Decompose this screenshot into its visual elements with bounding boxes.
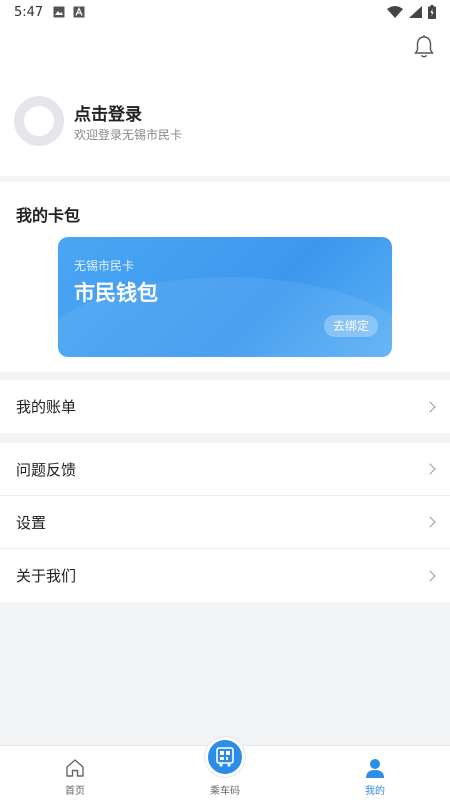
menu-item-about[interactable]: 关于我们 [0, 549, 450, 602]
bind-button[interactable]: 去绑定 [323, 315, 378, 337]
chevron-right-icon [424, 400, 436, 413]
card-title: 市民钱包 [74, 281, 158, 305]
wifi-icon [387, 6, 403, 18]
menu-item-feedback[interactable]: 问题反馈 [0, 443, 450, 496]
tab-mine-label: 我的 [365, 786, 385, 797]
qr-bus-icon [216, 747, 234, 767]
profile-header: 点击登录 欢迎登录无锡市民卡 [0, 24, 450, 176]
login-title[interactable]: 点击登录 [74, 100, 142, 125]
user-icon [366, 759, 384, 778]
chevron-right-icon [424, 569, 436, 582]
avatar-placeholder [24, 106, 54, 136]
menu-group-bills: 我的账单 [0, 380, 450, 433]
menu-item-label: 问题反馈 [16, 460, 77, 479]
bottom-tab-bar: 首页 乘车码 我的 [0, 737, 450, 800]
avatar[interactable] [14, 96, 64, 146]
tab-mine[interactable]: 我的 [300, 746, 450, 800]
font-icon [73, 6, 85, 18]
signal-icon [409, 6, 422, 18]
battery-icon [428, 5, 436, 19]
tab-ride-code-label: 乘车码 [210, 786, 240, 797]
menu-item-label: 我的账单 [16, 398, 77, 416]
tab-home[interactable]: 首页 [0, 746, 150, 800]
image-icon [53, 6, 65, 18]
login-subtitle: 欢迎登录无锡市民卡 [74, 128, 183, 142]
menu-group-settings: 问题反馈 设置 关于我们 [0, 443, 450, 602]
tab-home-label: 首页 [65, 786, 85, 797]
citizen-wallet-card[interactable]: 无锡市民卡 市民钱包 去绑定 [58, 237, 392, 357]
bell-icon[interactable] [412, 34, 436, 60]
ride-code-button[interactable] [205, 737, 245, 777]
section-title-wallet: 我的卡包 [16, 206, 81, 225]
card-subtitle: 无锡市民卡 [74, 259, 135, 273]
menu-item-bills[interactable]: 我的账单 [0, 380, 450, 433]
home-icon [66, 759, 84, 777]
menu-item-settings[interactable]: 设置 [0, 496, 450, 549]
wallet-section: 我的卡包 无锡市民卡 市民钱包 去绑定 [0, 182, 450, 372]
menu-item-label: 关于我们 [16, 567, 77, 585]
chevron-right-icon [424, 516, 436, 528]
status-bar: 5:47 [0, 0, 450, 24]
chevron-right-icon [424, 463, 436, 475]
menu-item-label: 设置 [16, 513, 47, 532]
status-time: 5:47 [14, 4, 44, 20]
